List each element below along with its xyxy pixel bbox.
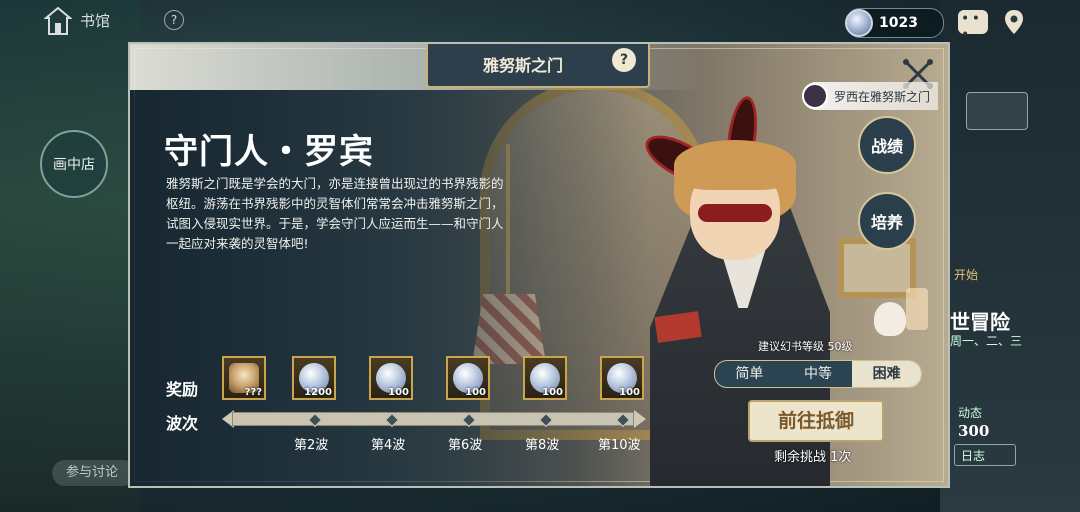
train-button[interactable]: 培养 bbox=[858, 192, 916, 250]
reward-count: 100 bbox=[388, 387, 409, 398]
title-plate: 雅努斯之门 ? bbox=[426, 44, 650, 88]
event-popup: 雅努斯之门 ? 罗西在雅努斯之门 战绩 培养 守门人・罗宾 雅努斯之门既是学会的… bbox=[128, 42, 950, 488]
wave-tick-label: 第8波 bbox=[525, 438, 560, 453]
reward-slot[interactable]: 100 bbox=[600, 356, 644, 400]
reward-slot[interactable]: 1200 bbox=[292, 356, 336, 400]
difficulty-hard[interactable]: 困难 bbox=[852, 361, 921, 387]
reward-slot[interactable]: ??? bbox=[222, 356, 266, 400]
ally-avatar bbox=[802, 83, 828, 109]
map-pin-icon[interactable] bbox=[1004, 9, 1024, 35]
remaining-attempts: 剩余挑战 1次 bbox=[774, 450, 852, 465]
reward-slot[interactable]: 100 bbox=[523, 356, 567, 400]
help-icon[interactable]: ? bbox=[612, 48, 636, 72]
popup-title: 雅努斯之门 bbox=[482, 56, 563, 75]
difficulty-selector: 简单 中等 困难 bbox=[714, 360, 922, 388]
crystal-currency-icon bbox=[845, 9, 873, 37]
event-title: 世冒险 bbox=[950, 310, 1010, 334]
reward-label: 奖励 bbox=[166, 380, 199, 399]
wave-label: 波次 bbox=[166, 414, 199, 433]
dynamic-value: 300 bbox=[958, 422, 990, 440]
chat-icon[interactable] bbox=[958, 10, 988, 43]
character-mask bbox=[698, 204, 772, 222]
boss-description: 雅努斯之门既是学会的大门，亦是连接曾出现过的书界残影的枢纽。游荡在书界残影中的灵… bbox=[166, 176, 504, 251]
reward-count: 100 bbox=[542, 387, 563, 398]
currency-display: 1023 bbox=[845, 8, 944, 38]
dynamic-label: 动态 bbox=[958, 406, 983, 420]
event-days: 周一、二、三 bbox=[950, 334, 1023, 348]
teacup-decor bbox=[874, 302, 906, 336]
hud-help-icon[interactable]: ? bbox=[164, 10, 184, 30]
wave-tick-label: 第4波 bbox=[371, 438, 406, 453]
difficulty-easy[interactable]: 简单 bbox=[715, 361, 784, 387]
ally-status-text: 罗西在雅努斯之门 bbox=[834, 89, 931, 104]
reward-count: 100 bbox=[465, 387, 486, 398]
home-icon[interactable] bbox=[44, 6, 72, 36]
record-button[interactable]: 战绩 bbox=[858, 116, 916, 174]
glass-decor bbox=[906, 288, 928, 330]
go-defend-button[interactable]: 前往抵御 bbox=[748, 400, 884, 442]
home-label: 书馆 bbox=[80, 12, 111, 30]
reward-count: 100 bbox=[619, 387, 640, 398]
wave-tick-label: 第10波 bbox=[598, 438, 641, 453]
quill-icon[interactable] bbox=[966, 92, 1028, 130]
boss-name: 守门人・罗宾 bbox=[164, 132, 374, 172]
reward-count: ??? bbox=[244, 387, 262, 398]
side-shop-button[interactable]: 画中店 bbox=[40, 130, 108, 198]
log-button[interactable]: 日志 bbox=[954, 444, 1016, 466]
recommended-level: 建议幻书等级 50级 bbox=[758, 340, 853, 353]
reward-count: 1200 bbox=[304, 387, 332, 398]
background-forest bbox=[0, 0, 140, 512]
wave-tick-label: 第6波 bbox=[448, 438, 483, 453]
ally-status-tag[interactable]: 罗西在雅努斯之门 bbox=[802, 82, 939, 110]
wave-progress-track bbox=[232, 412, 634, 426]
reward-slot[interactable]: 100 bbox=[369, 356, 413, 400]
event-start-tag: 开始 bbox=[954, 268, 979, 282]
currency-amount: 1023 bbox=[879, 15, 918, 31]
discuss-input[interactable]: 参与讨论 bbox=[52, 460, 136, 486]
character-fringe bbox=[674, 140, 796, 190]
wave-tick-label: 第2波 bbox=[294, 438, 329, 453]
difficulty-medium[interactable]: 中等 bbox=[784, 361, 853, 387]
reward-slot[interactable]: 100 bbox=[446, 356, 490, 400]
